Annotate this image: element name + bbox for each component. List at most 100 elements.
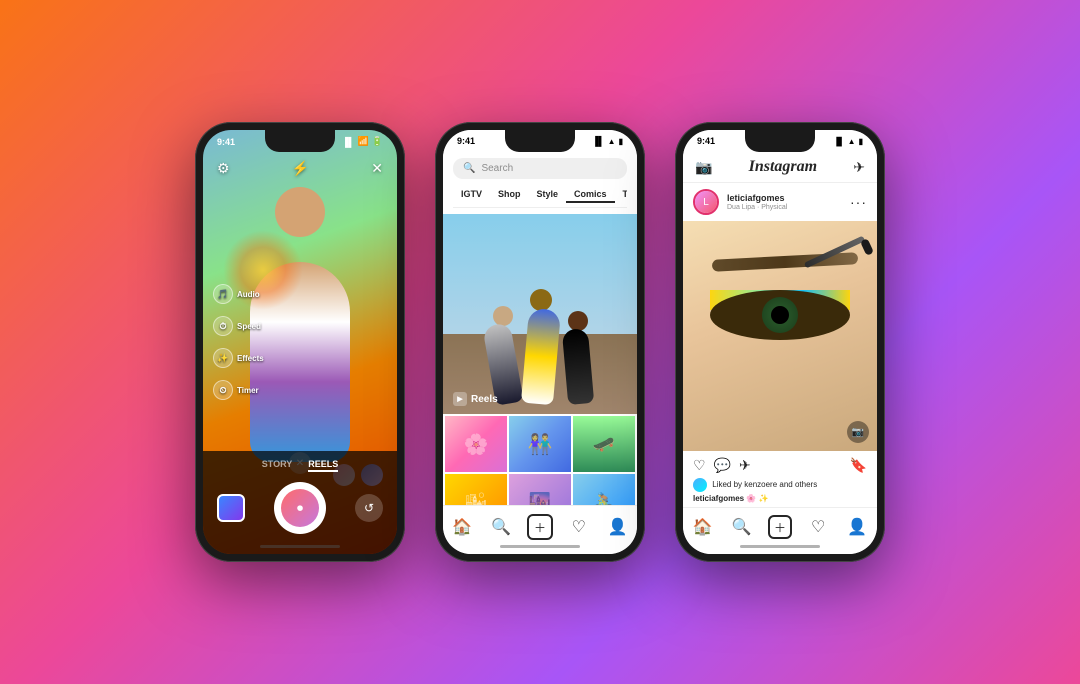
bookmark-button[interactable]: 🔖 (850, 457, 867, 474)
nav-heart[interactable]: ♡ (566, 514, 592, 540)
post-image: 📷 (683, 221, 877, 451)
phone-feed: 9:41 ▐▌ ▲ ▮ 📷 Instagram ✈ L leticiafgome… (675, 122, 885, 562)
search-icon: 🔍 (463, 163, 475, 174)
post-username[interactable]: leticiafgomes (727, 193, 842, 204)
wifi-icon-3: ▲ (848, 137, 856, 146)
feed-header-icons: ✈ (853, 159, 865, 176)
feed-nav-add[interactable]: ＋ (768, 515, 792, 539)
wifi-icon-2: ▲ (608, 137, 616, 146)
eye-pupil (771, 306, 789, 324)
reels-record-icon: ⏺ (297, 501, 303, 516)
phone-camera-screen: 9:41 ▐▌ 📶 🔋 ⚙ ⚡ ✕ 🎵 Audio (203, 130, 397, 554)
phone-camera: 9:41 ▐▌ 📶 🔋 ⚙ ⚡ ✕ 🎵 Audio (195, 122, 405, 562)
dancer-head-1 (493, 306, 513, 326)
dancers (443, 234, 637, 414)
tab-igtv[interactable]: IGTV (453, 187, 490, 203)
camera-header-icon[interactable]: 📷 (695, 159, 712, 176)
settings-icon[interactable]: ⚙ (217, 160, 230, 177)
explore-category-tabs: IGTV Shop Style Comics TV & Movie (453, 187, 627, 208)
nav-profile[interactable]: 👤 (605, 514, 631, 540)
tab-comics[interactable]: Comics (566, 187, 615, 203)
nav-add[interactable]: ＋ (527, 514, 553, 540)
camera-top-bar: ⚙ ⚡ ✕ (203, 160, 397, 177)
timer-icon[interactable]: ⏲ (213, 380, 233, 400)
caption-text: leticiafgomes 🌸 ✨ (693, 494, 769, 503)
battery-icon-2: ▮ (619, 137, 623, 146)
grid-nature-icon: 🛹 (573, 416, 635, 472)
feed-nav-profile[interactable]: 👤 (844, 514, 870, 540)
grid-flowers-icon: 🌸 (445, 416, 507, 472)
battery-icon: 🔋 (372, 136, 383, 147)
speed-label: Speed (237, 322, 261, 331)
grid-couple-icon: 👫 (509, 416, 571, 472)
home-indicator-2 (500, 545, 580, 548)
reels-tab[interactable]: REELS (308, 459, 338, 472)
grid-item-1[interactable]: 🌸 (445, 416, 507, 472)
feed-nav-heart[interactable]: ♡ (805, 514, 831, 540)
status-icons: ▐▌ 📶 🔋 (342, 136, 383, 147)
story-tab[interactable]: STORY (262, 459, 293, 472)
tab-shop[interactable]: Shop (490, 187, 529, 203)
flip-camera-button[interactable]: ↺ (355, 494, 383, 522)
status-time-2: 9:41 (457, 136, 475, 146)
dancer-head-3 (568, 311, 588, 331)
home-indicator-3 (740, 545, 820, 548)
dancer-right (565, 329, 591, 404)
feed-actions-row: ♡ 💬 ✈ 🔖 (683, 451, 877, 478)
eye-shape (710, 290, 850, 340)
feed-nav-search[interactable]: 🔍 (729, 514, 755, 540)
shutter-button[interactable]: ⏺ (274, 482, 326, 534)
notch-3 (745, 130, 815, 152)
tab-tvmovie[interactable]: TV & Movie (615, 187, 627, 203)
flash-icon[interactable]: ⚡ (292, 160, 309, 177)
dancer-body-3 (562, 328, 594, 405)
effects-control[interactable]: ✨ Effects (213, 348, 264, 368)
comment-button[interactable]: 💬 (714, 457, 731, 474)
explore-featured-video[interactable]: ▶ Reels (443, 214, 637, 414)
post-avatar[interactable]: L (693, 189, 719, 215)
audio-control[interactable]: 🎵 Audio (213, 284, 264, 304)
tab-style[interactable]: Style (529, 187, 567, 203)
nav-home[interactable]: 🏠 (449, 514, 475, 540)
status-icons-2: ▐▌ ▲ ▮ (592, 136, 623, 146)
feed-likes: Liked by kenzoere and others (683, 478, 877, 494)
reels-icon: ▶ (453, 392, 467, 406)
person-head (275, 187, 325, 237)
effects-label: Effects (237, 354, 264, 363)
gallery-thumbnail[interactable] (217, 494, 245, 522)
like-button[interactable]: ♡ (693, 457, 706, 474)
avatar-initial: L (695, 191, 717, 213)
feed-nav-home[interactable]: 🏠 (690, 514, 716, 540)
share-button[interactable]: ✈ (739, 457, 751, 474)
status-time-3: 9:41 (697, 136, 715, 146)
liker-avatar (693, 478, 707, 492)
audio-icon[interactable]: 🎵 (213, 284, 233, 304)
close-icon[interactable]: ✕ (371, 160, 383, 177)
post-subtitle: Dua Lipa · Physical (727, 204, 842, 211)
feed-actions-left: ♡ 💬 ✈ (693, 457, 751, 474)
camera-mode-tabs: STORY REELS (217, 459, 383, 472)
phone-explore-screen: 9:41 ▐▌ ▲ ▮ 🔍 Search IGTV Shop Style Com… (443, 130, 637, 554)
dancer-center (525, 309, 557, 404)
speed-control[interactable]: ⏱ Speed (213, 316, 264, 336)
status-time: 9:41 (217, 137, 235, 147)
speed-icon[interactable]: ⏱ (213, 316, 233, 336)
nav-search[interactable]: 🔍 (488, 514, 514, 540)
grid-item-2[interactable]: 👫 (509, 416, 571, 472)
shutter-inner: ⏺ (281, 489, 319, 527)
reels-video-label: ▶ Reels (453, 392, 498, 406)
timer-control[interactable]: ⏲ Timer (213, 380, 264, 400)
camera-bottom-bar: STORY REELS ⏺ ↺ (203, 451, 397, 554)
dancer-body-2 (521, 308, 561, 405)
notch (265, 130, 335, 152)
search-bar[interactable]: 🔍 Search (453, 158, 627, 179)
person-body (250, 262, 350, 462)
send-icon[interactable]: ✈ (853, 159, 865, 176)
post-options-button[interactable]: ··· (850, 194, 867, 210)
phone-feed-screen: 9:41 ▐▌ ▲ ▮ 📷 Instagram ✈ L leticiafgome… (683, 130, 877, 554)
effects-icon[interactable]: ✨ (213, 348, 233, 368)
grid-item-3[interactable]: 🛹 (573, 416, 635, 472)
post-camera-button[interactable]: 📷 (847, 421, 869, 443)
feed-caption: leticiafgomes 🌸 ✨ (683, 494, 877, 507)
post-user-info: leticiafgomes Dua Lipa · Physical (727, 193, 842, 211)
